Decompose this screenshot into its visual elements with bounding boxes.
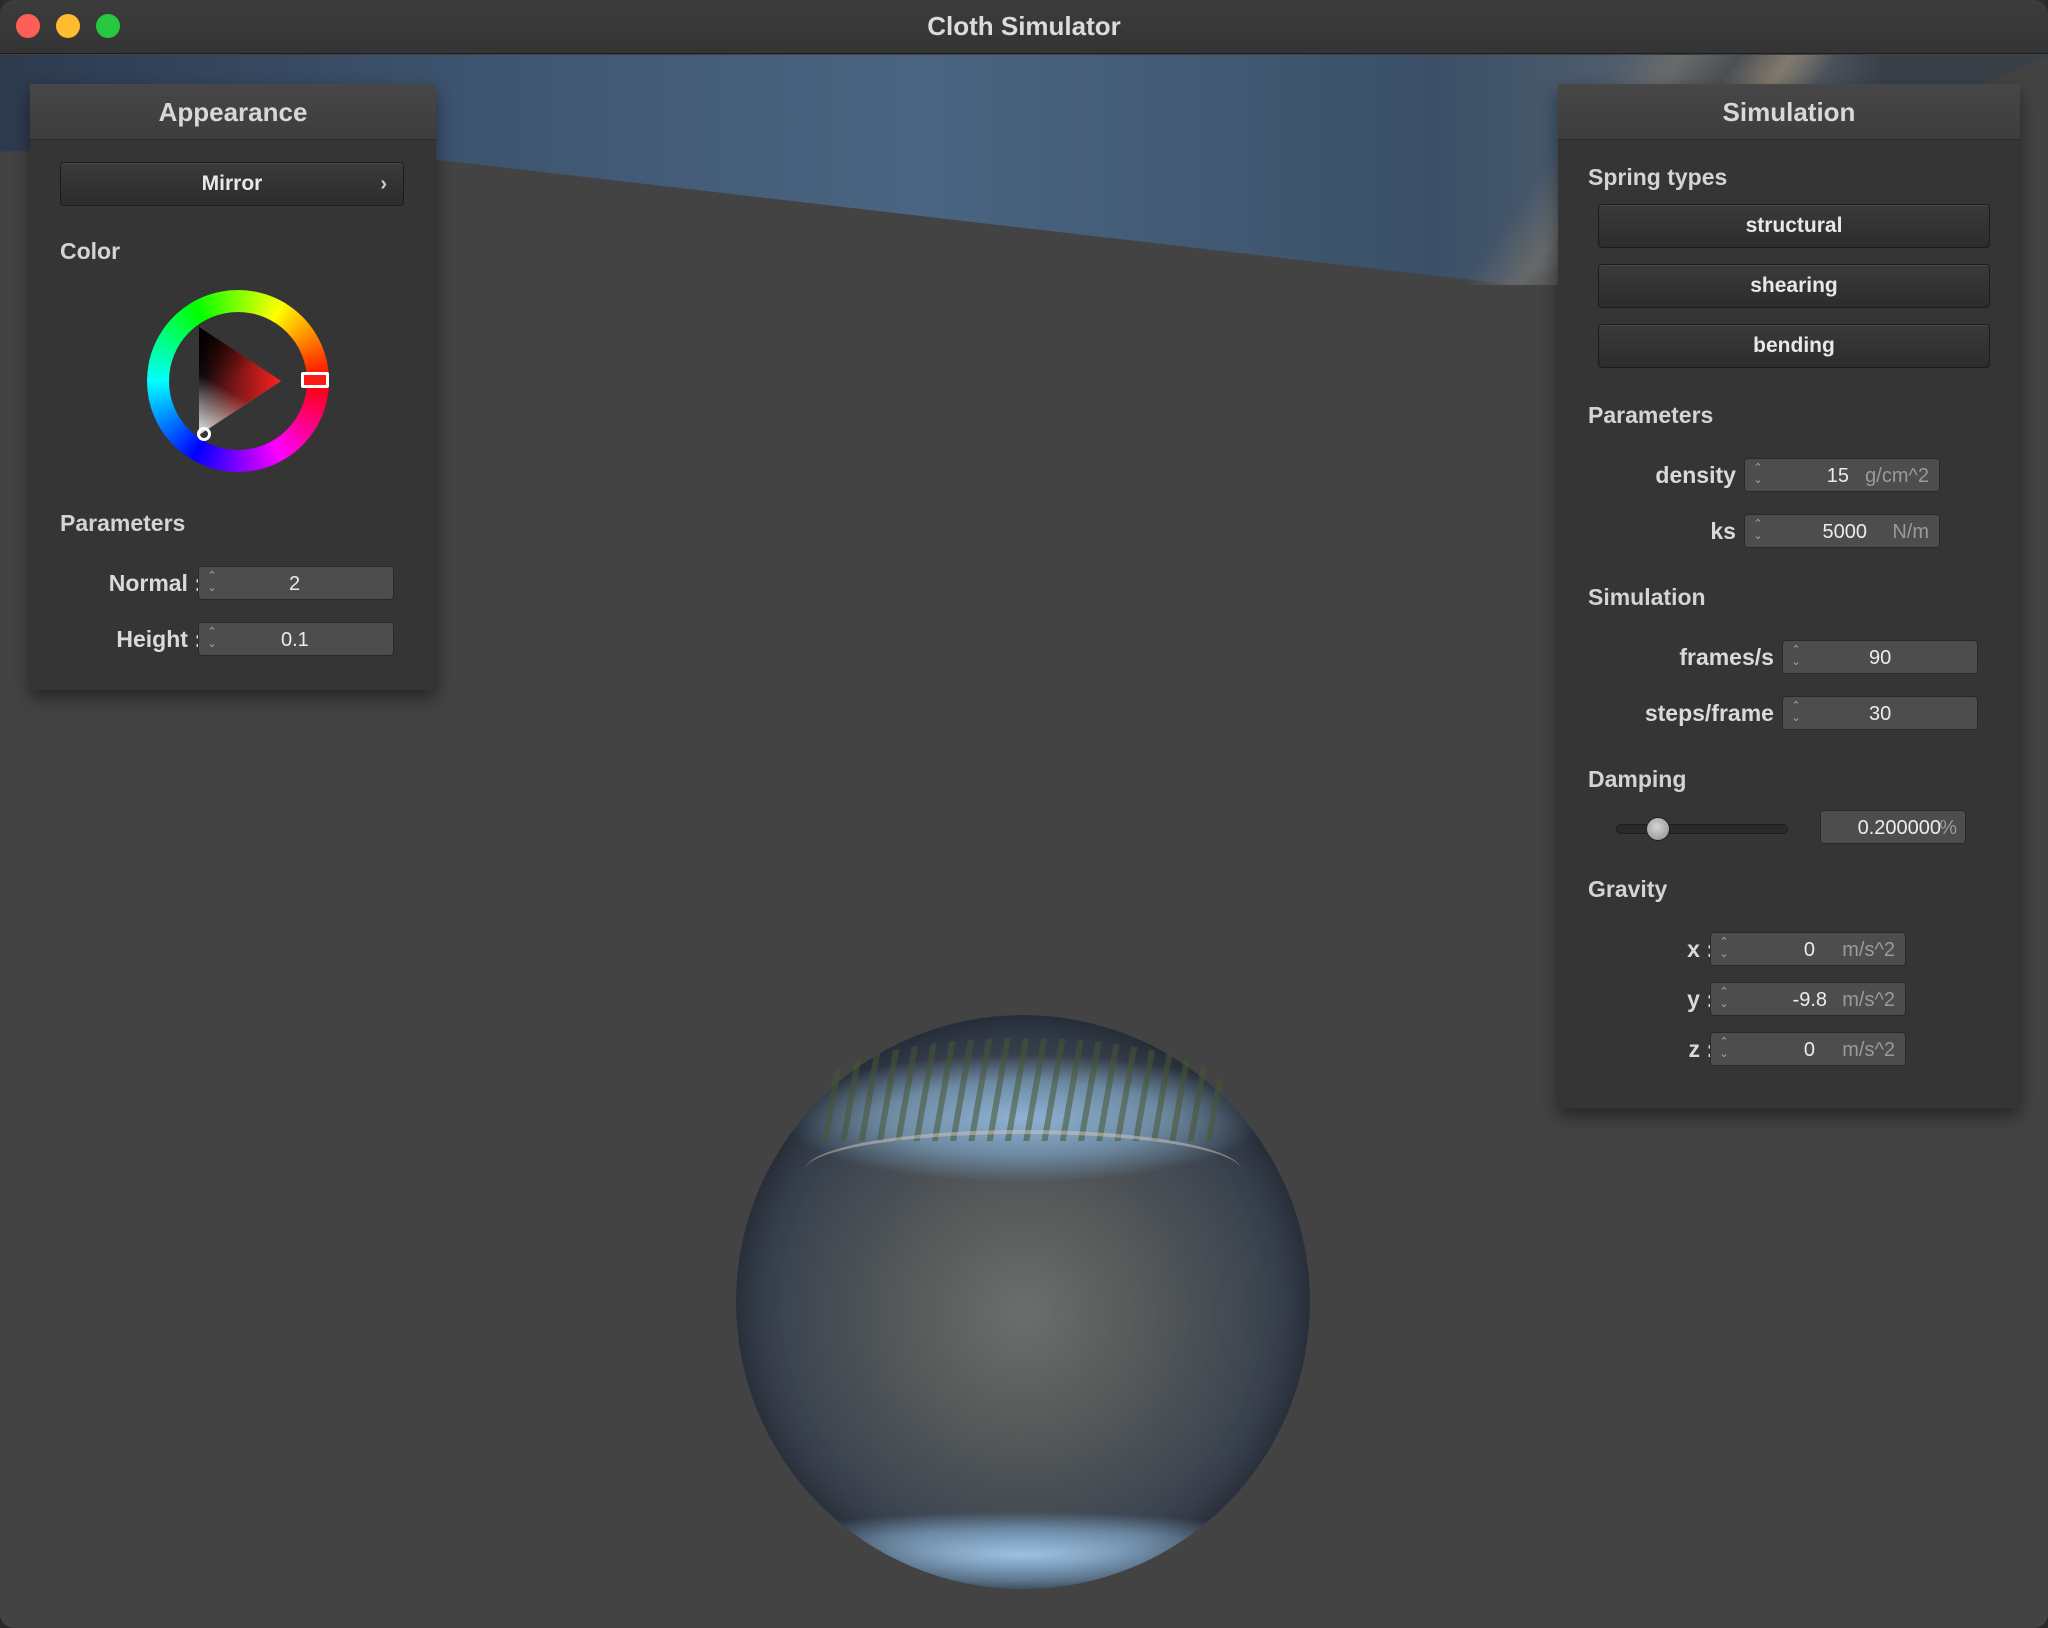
gravity-z-label: z :: [1688, 1036, 1714, 1062]
spinner-arrows-icon[interactable]: ⌃ ⌄: [1790, 700, 1802, 726]
gravity-z-unit: m/s^2: [1842, 1039, 1895, 1061]
spinner-arrows-icon[interactable]: ⌃ ⌄: [1752, 462, 1764, 488]
ks-input[interactable]: ⌃ ⌄ 5000 N/m: [1744, 514, 1940, 548]
gravity-x-input[interactable]: ⌃ ⌄ 0 m/s^2: [1710, 932, 1906, 966]
ks-value: 5000: [1822, 521, 1868, 543]
gravity-x-label: x :: [1687, 936, 1714, 962]
density-input[interactable]: ⌃ ⌄ 15 g/cm^2: [1744, 458, 1940, 492]
app-window: Cloth Simulator Appearance Mirror › Colo…: [0, 0, 2048, 1628]
steps-value: 30: [1869, 703, 1892, 725]
gravity-y-unit: m/s^2: [1842, 989, 1895, 1011]
density-unit: g/cm^2: [1865, 465, 1929, 487]
chevron-right-icon: ›: [380, 173, 387, 195]
normal-label: Normal :: [108, 570, 202, 596]
height-value: 0.1: [281, 629, 309, 651]
spring-bending-label: bending: [1753, 334, 1835, 357]
appearance-parameters-title: Parameters: [60, 510, 186, 536]
simulation-parameters-title: Parameters: [1588, 402, 1714, 428]
mirror-sphere: [736, 1015, 1310, 1589]
shader-select-button[interactable]: Mirror ›: [60, 162, 404, 206]
gravity-y-input[interactable]: ⌃ ⌄ -9.8 m/s^2: [1710, 982, 1906, 1016]
hue-marker[interactable]: [301, 372, 329, 388]
sphere-reflection-bridge: [804, 1129, 1242, 1210]
ks-label: ks :: [1710, 518, 1750, 544]
density-value: 15: [1826, 465, 1849, 487]
normal-value: 2: [289, 573, 301, 595]
spring-types-title: Spring types: [1588, 164, 1728, 190]
spinner-arrows-icon[interactable]: ⌃ ⌄: [1790, 644, 1802, 670]
simulation-panel: Simulation Spring types structural shear…: [1558, 84, 2020, 1108]
damping-value: 0.200000: [1857, 817, 1941, 839]
gravity-y-label: y :: [1687, 986, 1714, 1012]
spring-bending-button[interactable]: bending: [1598, 324, 1990, 368]
gravity-title: Gravity: [1588, 876, 1668, 902]
damping-title: Damping: [1588, 766, 1687, 792]
density-label: density :: [1655, 462, 1750, 488]
fps-label: frames/s :: [1679, 644, 1788, 670]
steps-input[interactable]: ⌃ ⌄ 30: [1782, 696, 1978, 730]
ks-unit: N/m: [1892, 521, 1929, 543]
damping-input[interactable]: 0.200000 %: [1820, 810, 1966, 844]
height-input[interactable]: ⌃ ⌄ 0.1: [198, 622, 394, 656]
spinner-arrows-icon[interactable]: ⌃ ⌄: [206, 570, 218, 596]
spring-structural-label: structural: [1745, 214, 1843, 237]
damping-slider[interactable]: [1616, 817, 1788, 841]
spinner-arrows-icon[interactable]: ⌃ ⌄: [1718, 986, 1730, 1012]
gravity-z-value: 0: [1803, 1039, 1815, 1061]
normal-input[interactable]: ⌃ ⌄ 2: [198, 566, 394, 600]
spring-shearing-button[interactable]: shearing: [1598, 264, 1990, 308]
height-label: Height :: [116, 626, 202, 652]
simulation-section-title: Simulation: [1588, 584, 1706, 610]
damping-slider-knob[interactable]: [1646, 817, 1671, 841]
shader-select-label: Mirror: [201, 172, 263, 195]
saturation-value-marker[interactable]: [197, 427, 211, 441]
fps-value: 90: [1869, 647, 1892, 669]
gravity-z-input[interactable]: ⌃ ⌄ 0 m/s^2: [1710, 1032, 1906, 1066]
simulation-panel-header[interactable]: Simulation: [1558, 84, 2020, 140]
gravity-x-value: 0: [1803, 939, 1815, 961]
spinner-arrows-icon[interactable]: ⌃ ⌄: [1718, 936, 1730, 962]
spinner-arrows-icon[interactable]: ⌃ ⌄: [206, 626, 218, 652]
spring-shearing-label: shearing: [1750, 274, 1838, 297]
steps-label: steps/frame :: [1644, 700, 1788, 726]
color-section-title: Color: [60, 238, 121, 264]
color-wheel[interactable]: [147, 290, 329, 472]
appearance-panel-header[interactable]: Appearance: [30, 84, 436, 140]
spinner-arrows-icon[interactable]: ⌃ ⌄: [1752, 518, 1764, 544]
sphere-reflection-trees: [822, 1037, 1224, 1142]
spinner-arrows-icon[interactable]: ⌃ ⌄: [1718, 1036, 1730, 1062]
window-title: Cloth Simulator: [927, 11, 1121, 41]
appearance-panel: Appearance Mirror › Color Parameters Nor…: [30, 84, 436, 690]
gravity-x-unit: m/s^2: [1842, 939, 1895, 961]
fps-input[interactable]: ⌃ ⌄ 90: [1782, 640, 1978, 674]
title-bar: Cloth Simulator: [0, 0, 2048, 54]
damping-unit: %: [1939, 817, 1957, 839]
spring-structural-button[interactable]: structural: [1598, 204, 1990, 248]
gravity-y-value: -9.8: [1792, 989, 1827, 1011]
